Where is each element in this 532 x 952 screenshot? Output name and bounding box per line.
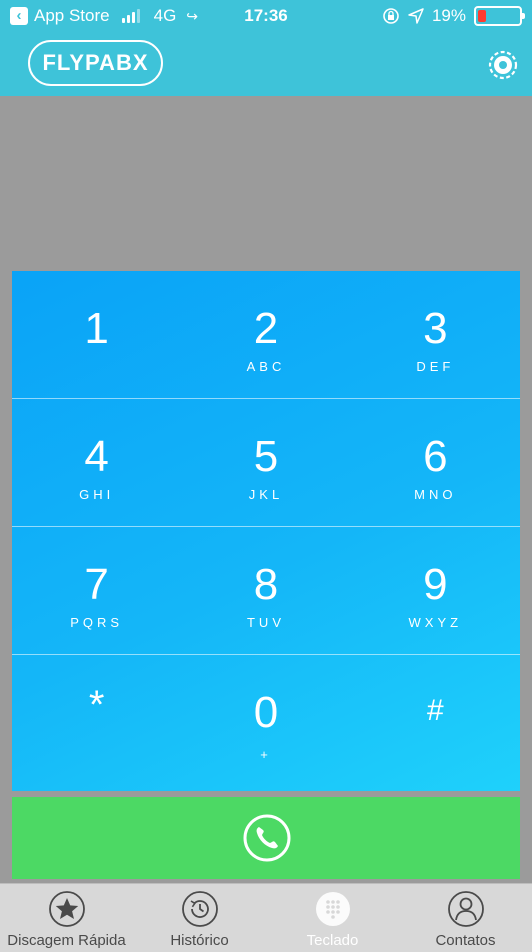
- key-digit: #: [426, 694, 444, 727]
- key-digit: 4: [84, 432, 109, 481]
- key-0[interactable]: 0 +: [181, 655, 350, 783]
- location-icon: [408, 8, 424, 24]
- key-1[interactable]: 1: [12, 271, 181, 398]
- status-bar: ‹ App Store 4G ↪ 17:36 19%: [0, 0, 532, 32]
- top-bar: ‹ App Store 4G ↪ 17:36 19% FLYPABX: [0, 0, 532, 96]
- contact-icon: [447, 891, 484, 927]
- key-5[interactable]: 5 JKL: [181, 399, 350, 526]
- gear-icon[interactable]: [488, 50, 518, 80]
- key-4[interactable]: 4 GHI: [12, 399, 181, 526]
- key-letters: WXYZ: [408, 615, 463, 630]
- keypad-row-1: 1 2 ABC 3 DEF: [12, 271, 520, 399]
- key-letters: +: [260, 747, 272, 762]
- key-9[interactable]: 9 WXYZ: [351, 527, 520, 654]
- key-8[interactable]: 8 TUV: [181, 527, 350, 654]
- key-letters: PQRS: [70, 615, 124, 630]
- key-3[interactable]: 3 DEF: [351, 271, 520, 398]
- key-digit: 9: [423, 560, 448, 609]
- keypad-row-2: 4 GHI 5 JKL 6 MNO: [12, 399, 520, 527]
- dial-keypad: 1 2 ABC 3 DEF 4 GHI 5 JKL 6 MNO 7 PQRS 8…: [12, 271, 520, 791]
- history-icon: [181, 891, 218, 927]
- battery-percent: 19%: [431, 6, 466, 25]
- key-digit: 3: [423, 304, 448, 353]
- number-display: [0, 96, 532, 271]
- tab-label: Contatos: [435, 932, 496, 949]
- app-logo: FLYPABX: [28, 40, 163, 86]
- key-digit: 0: [253, 688, 279, 737]
- key-hash[interactable]: #: [351, 655, 520, 783]
- battery-icon: [474, 6, 525, 26]
- key-digit: 6: [423, 432, 448, 481]
- tab-speed-dial[interactable]: Discagem Rápida: [0, 884, 133, 952]
- tab-contacts[interactable]: Contatos: [399, 884, 532, 952]
- tab-history[interactable]: Histórico: [133, 884, 266, 952]
- keypad-row-3: 7 PQRS 8 TUV 9 WXYZ: [12, 527, 520, 655]
- star-icon: [48, 891, 85, 927]
- key-letters: GHI: [79, 487, 115, 502]
- key-star[interactable]: *: [12, 655, 181, 783]
- key-digit: 1: [84, 304, 109, 353]
- keypad-icon: [315, 892, 350, 926]
- keypad-row-4: * 0 + #: [12, 655, 520, 783]
- tab-label: Discagem Rápida: [7, 932, 126, 949]
- status-right: 19%: [382, 6, 525, 26]
- key-digit: 8: [253, 560, 279, 609]
- key-digit: 2: [253, 304, 279, 353]
- key-7[interactable]: 7 PQRS: [12, 527, 181, 654]
- key-digit: 5: [253, 432, 279, 481]
- key-2[interactable]: 2 ABC: [181, 271, 350, 398]
- tab-label: Histórico: [170, 932, 229, 949]
- key-letters: JKL: [248, 487, 284, 502]
- key-letters: DEF: [416, 359, 455, 374]
- key-letters: TUV: [246, 615, 285, 630]
- tab-bar: Discagem Rápida Histórico Teclado Contat…: [0, 883, 532, 952]
- orientation-lock-icon: [383, 8, 399, 24]
- key-digit: 7: [84, 560, 109, 609]
- key-6[interactable]: 6 MNO: [351, 399, 520, 526]
- phone-icon: [243, 814, 291, 862]
- key-letters: ABC: [246, 359, 286, 374]
- tab-label: Teclado: [306, 932, 359, 949]
- key-letters: MNO: [414, 487, 457, 502]
- call-button[interactable]: [12, 797, 520, 879]
- tab-keypad[interactable]: Teclado: [266, 884, 399, 952]
- key-digit: *: [88, 683, 105, 727]
